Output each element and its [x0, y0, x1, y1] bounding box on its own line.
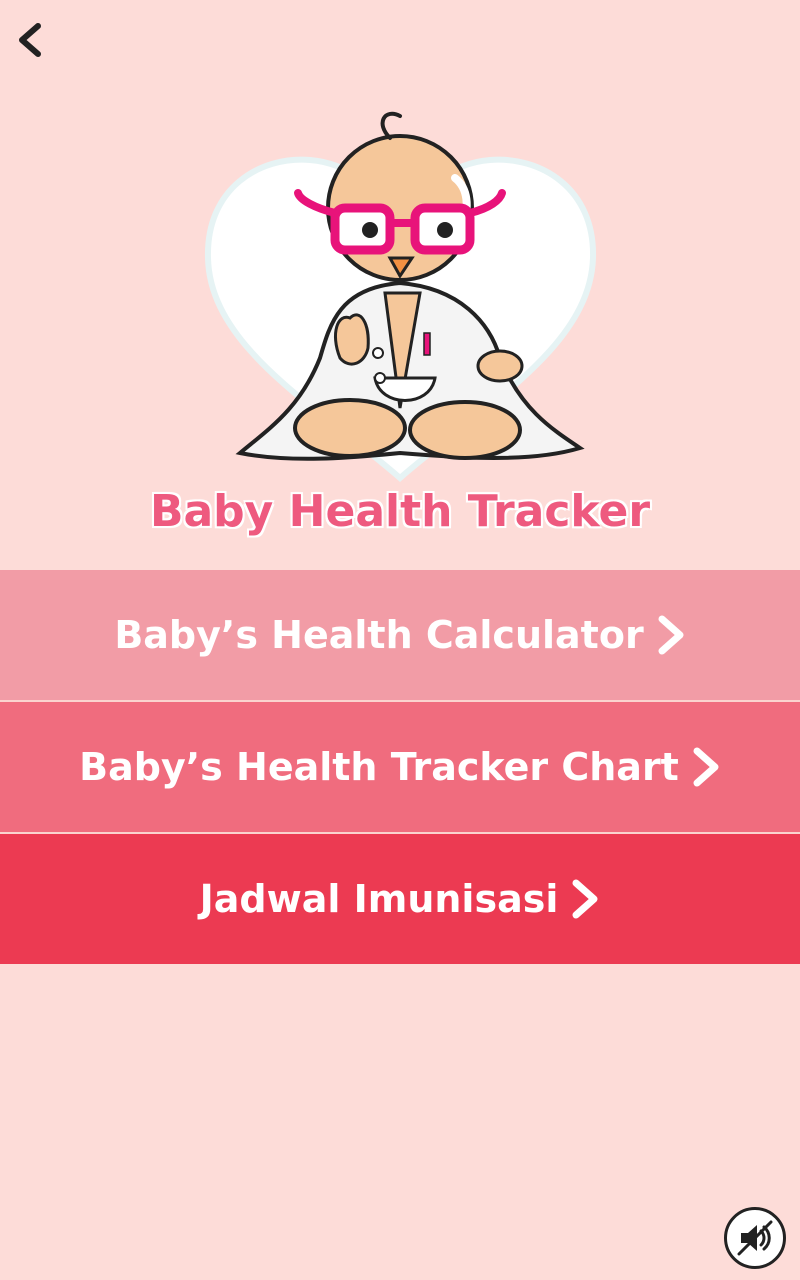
app-title: Baby Health Tracker — [149, 486, 651, 537]
menu-item-label: Baby’s Health Tracker Chart — [79, 745, 679, 789]
back-button[interactable] — [10, 18, 54, 62]
chevron-left-icon — [19, 23, 41, 57]
chevron-right-icon — [691, 745, 721, 789]
menu-item-jadwal-imunisasi[interactable]: Jadwal Imunisasi — [0, 834, 800, 964]
menu-item-label: Baby’s Health Calculator — [114, 613, 644, 657]
hero-illustration — [200, 108, 600, 488]
chevron-right-icon — [656, 613, 686, 657]
menu-item-health-tracker-chart[interactable]: Baby’s Health Tracker Chart — [0, 702, 800, 834]
menu-item-health-calculator[interactable]: Baby’s Health Calculator — [0, 570, 800, 702]
menu-item-label: Jadwal Imunisasi — [199, 877, 559, 921]
sound-toggle-button[interactable] — [724, 1207, 786, 1269]
speaker-muted-icon — [737, 1220, 773, 1256]
chevron-right-icon — [570, 877, 600, 921]
main-menu: Baby’s Health Calculator Baby’s Health T… — [0, 570, 800, 964]
